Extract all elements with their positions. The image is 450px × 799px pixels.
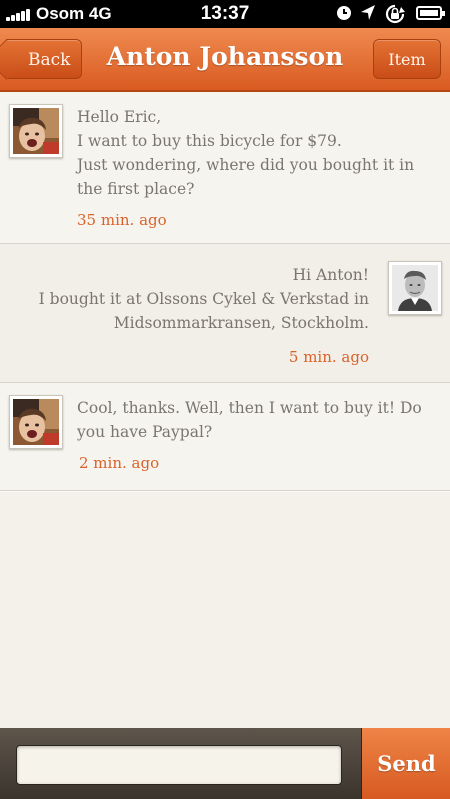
battery-icon bbox=[416, 6, 445, 20]
message-line: Hi Anton! bbox=[292, 266, 369, 284]
anton-avatar[interactable] bbox=[9, 104, 63, 158]
back-button[interactable]: Back bbox=[6, 39, 82, 79]
item-button[interactable]: Item bbox=[373, 39, 441, 79]
message-item: Hello Eric, I want to buy this bicycle f… bbox=[0, 92, 450, 244]
alarm-clock-icon bbox=[337, 6, 351, 20]
message-line: Cool, thanks. Well, then I want to buy i… bbox=[77, 399, 422, 417]
message-timestamp: 35 min. ago bbox=[77, 211, 167, 229]
message-line: Just wondering, where did you bought it … bbox=[77, 156, 415, 174]
back-button-label: Back bbox=[28, 50, 71, 70]
message-line: you have Paypal? bbox=[77, 423, 213, 441]
message-text: Cool, thanks. Well, then I want to buy i… bbox=[77, 396, 422, 444]
anton-avatar[interactable] bbox=[9, 395, 63, 449]
message-input[interactable] bbox=[16, 745, 342, 785]
eric-avatar[interactable] bbox=[388, 261, 442, 315]
location-arrow-icon bbox=[361, 5, 375, 20]
message-item: Hi Anton! I bought it at Olssons Cykel &… bbox=[0, 244, 450, 383]
message-line: I bought it at Olssons Cykel & Verkstad … bbox=[38, 290, 369, 308]
send-button[interactable]: Send bbox=[361, 728, 450, 799]
message-line: Hello Eric, bbox=[77, 108, 162, 126]
message-line: Midsommarkransen, Stockholm. bbox=[113, 314, 369, 332]
message-timestamp: 2 min. ago bbox=[79, 454, 160, 472]
navigation-bar: Back Anton Johansson Item bbox=[0, 28, 450, 92]
message-line: I want to buy this bicycle for $79. bbox=[77, 132, 342, 150]
message-item: Cool, thanks. Well, then I want to buy i… bbox=[0, 383, 450, 491]
message-text: Hi Anton! I bought it at Olssons Cykel &… bbox=[30, 263, 369, 335]
message-line: the first place? bbox=[77, 180, 195, 198]
message-timestamp: 5 min. ago bbox=[288, 348, 369, 366]
status-bar: Osom 4G 13:37 bbox=[0, 0, 450, 28]
rotation-lock-icon bbox=[385, 4, 405, 24]
page-title: Anton Johansson bbox=[106, 42, 344, 71]
message-text: Hello Eric, I want to buy this bicycle f… bbox=[77, 105, 414, 201]
status-clock: 13:37 bbox=[200, 3, 250, 24]
